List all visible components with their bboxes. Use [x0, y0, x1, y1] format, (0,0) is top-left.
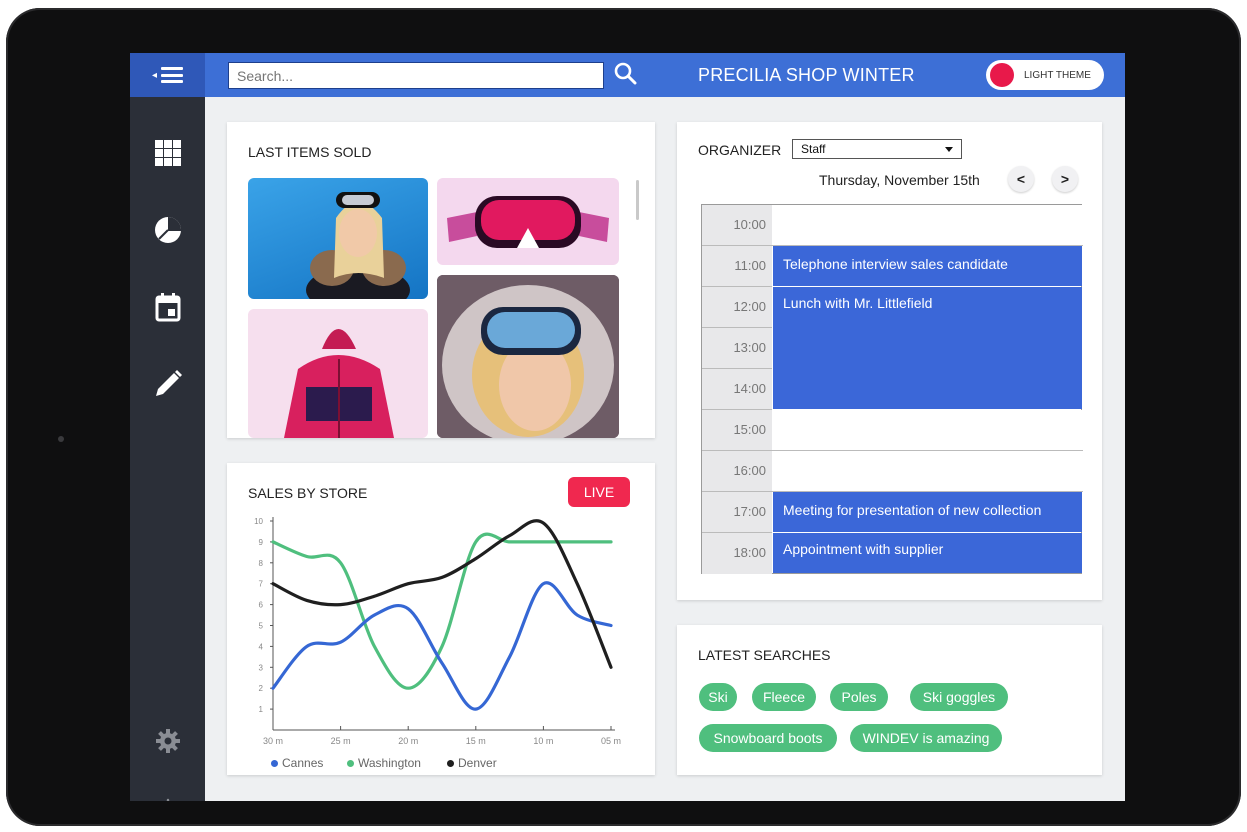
search-tag[interactable]: Ski goggles [910, 683, 1008, 711]
search-input[interactable] [228, 62, 604, 89]
y-tick-label: 4 [259, 642, 264, 651]
product-tile-jacket[interactable] [248, 309, 428, 438]
y-tick-label: 8 [259, 559, 264, 568]
gear-icon [156, 729, 180, 753]
hour-label: 15:00 [702, 410, 772, 451]
grid-icon [155, 140, 181, 166]
pink-jacket-photo [284, 329, 394, 438]
y-tick-label: 5 [259, 622, 264, 631]
organizer-title: ORGANIZER [698, 142, 782, 158]
app-title: PRECILIA SHOP WINTER [698, 65, 915, 85]
latest-searches-title: LATEST SEARCHES [698, 647, 831, 663]
hour-label: 12:00 [702, 287, 772, 328]
camera [58, 436, 64, 442]
theme-label: LIGHT THEME [1024, 69, 1091, 81]
last-items-card: LAST ITEMS SOLD [227, 122, 655, 438]
app-screen: ◂ PRECILIA SHOP WINTER LIGHT THEME [130, 53, 1125, 801]
calendar-icon [155, 293, 181, 322]
pink-goggles-photo [447, 196, 609, 248]
pencil-icon [156, 370, 182, 396]
staff-select-value: Staff [801, 142, 826, 156]
sidebar-item-stats[interactable] [148, 210, 188, 250]
legend-label: Washington [358, 756, 421, 770]
items-scrollbar[interactable] [636, 180, 639, 220]
event-item[interactable]: Appointment with supplier [773, 533, 1082, 573]
y-tick-label: 10 [254, 517, 263, 526]
power-icon [166, 798, 170, 801]
y-tick-label: 9 [259, 538, 264, 547]
latest-searches-card: LATEST SEARCHES Ski Fleece Poles Ski gog… [677, 625, 1102, 775]
girl-goggles-photo [437, 275, 619, 438]
product-tile-skier[interactable] [248, 178, 428, 299]
x-tick-label: 05 m [601, 736, 621, 746]
sales-line-chart: 1 2 3 4 5 6 7 8 9 10 30 m 25 m 20 m 15 m 10 m 05 m [254, 517, 621, 746]
prev-day-button[interactable]: < [1008, 166, 1034, 192]
product-tile-girl[interactable] [437, 275, 619, 438]
y-tick-label: 7 [259, 580, 264, 589]
empty-slot[interactable] [772, 451, 1083, 492]
hour-label: 14:00 [702, 369, 772, 410]
schedule-grid: 10:00 11:00 12:00 13:00 14:00 15:00 16:0… [701, 204, 1083, 574]
y-tick-label: 1 [259, 705, 264, 714]
x-tick-label: 30 m [263, 736, 283, 746]
hour-label: 13:00 [702, 328, 772, 369]
theme-toggle[interactable]: LIGHT THEME [986, 60, 1104, 90]
hour-label: 11:00 [702, 246, 772, 287]
x-tick-label: 20 m [398, 736, 418, 746]
toggle-knob [990, 63, 1014, 87]
sidebar-item-calendar[interactable] [148, 287, 188, 327]
collapse-arrow-icon: ◂ [151, 69, 158, 81]
skier-woman-photo [306, 192, 410, 299]
legend-cannes: Cannes [271, 756, 323, 770]
empty-slot[interactable] [772, 410, 1083, 451]
y-tick-label: 6 [259, 601, 264, 610]
event-item[interactable]: Meeting for presentation of new collecti… [773, 492, 1082, 532]
top-bar: ◂ PRECILIA SHOP WINTER LIGHT THEME [130, 53, 1125, 97]
event-item[interactable]: Lunch with Mr. Littlefield [773, 287, 1082, 409]
search-icon[interactable] [612, 60, 640, 88]
sidebar [130, 97, 205, 801]
sales-card: SALES BY STORE LIVE 1 2 3 4 5 6 7 8 9 10 30 m 25 m2… [227, 463, 655, 775]
sidebar-item-dashboard[interactable] [148, 133, 188, 173]
x-tick-label: 25 m [331, 736, 351, 746]
y-tick-label: 2 [259, 684, 264, 693]
sidebar-item-power[interactable] [148, 791, 188, 801]
next-day-button[interactable]: > [1052, 166, 1078, 192]
search-tag[interactable]: Ski [699, 683, 737, 711]
legend-label: Denver [458, 756, 497, 770]
hour-label: 16:00 [702, 451, 772, 492]
legend-denver: Denver [447, 756, 497, 770]
x-tick-label: 15 m [466, 736, 486, 746]
empty-slot[interactable] [772, 205, 1083, 246]
hour-label: 10:00 [702, 205, 772, 246]
organizer-date: Thursday, November 15th [819, 172, 980, 188]
search-tag[interactable]: Snowboard boots [699, 724, 837, 752]
product-tile-goggles[interactable] [437, 178, 619, 265]
staff-select[interactable]: Staff [792, 139, 962, 159]
menu-button[interactable]: ◂ [130, 53, 205, 97]
hour-label: 17:00 [702, 492, 772, 533]
dropdown-caret-icon [945, 147, 953, 152]
search-tag[interactable]: WINDEV is amazing [850, 724, 1002, 752]
y-tick-label: 3 [259, 663, 264, 672]
event-item[interactable]: Telephone interview sales candidate [773, 246, 1082, 286]
hour-label: 18:00 [702, 533, 772, 574]
x-tick-label: 10 m [533, 736, 553, 746]
pie-chart-icon [155, 217, 181, 243]
last-items-title: LAST ITEMS SOLD [248, 144, 372, 160]
sidebar-item-settings[interactable] [148, 721, 188, 761]
hamburger-icon [161, 67, 184, 83]
sidebar-item-edit[interactable] [148, 364, 188, 404]
legend-washington: Washington [347, 756, 421, 770]
search-tag[interactable]: Fleece [752, 683, 816, 711]
search-tag[interactable]: Poles [830, 683, 888, 711]
legend-label: Cannes [282, 756, 324, 770]
organizer-card: ORGANIZER Staff Thursday, November 15th … [677, 122, 1102, 600]
